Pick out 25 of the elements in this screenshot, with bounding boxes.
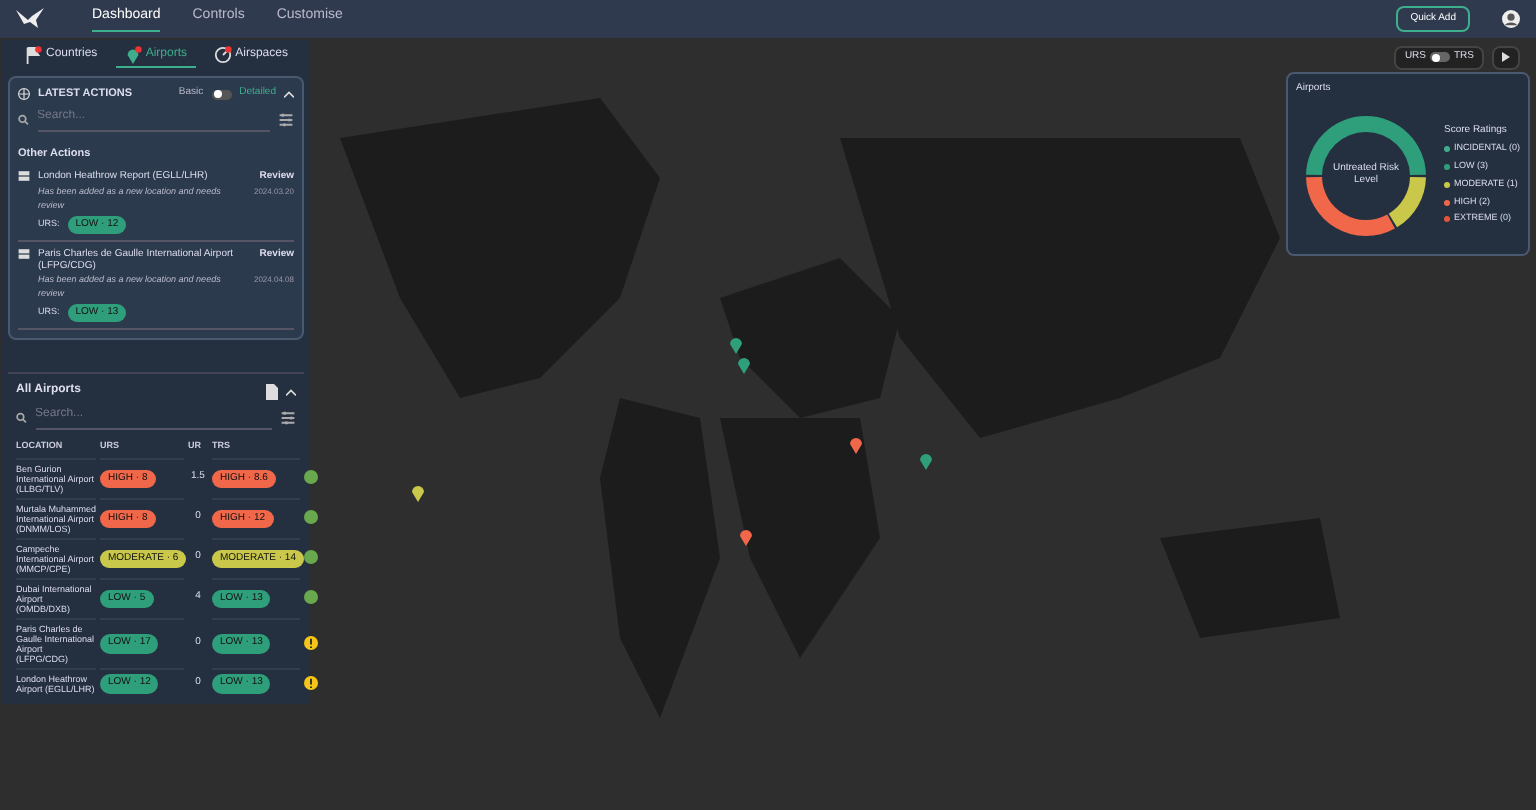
globe-icon xyxy=(18,88,30,101)
map-pin-icon[interactable] xyxy=(740,530,752,546)
view-switch[interactable] xyxy=(211,89,232,100)
map-pin-icon[interactable] xyxy=(920,454,932,470)
user-avatar-icon[interactable] xyxy=(1502,10,1520,28)
map-pin-icon[interactable] xyxy=(730,338,742,354)
server-icon xyxy=(18,169,30,181)
bird-logo-icon xyxy=(16,8,44,30)
collapse-caret-icon[interactable] xyxy=(284,90,294,99)
search-icon xyxy=(18,114,30,127)
expand-button[interactable] xyxy=(1492,46,1520,69)
caret-icon xyxy=(1502,52,1510,63)
flag-icon xyxy=(24,46,42,64)
map-pin-icon[interactable] xyxy=(850,438,862,454)
server-icon xyxy=(18,248,30,260)
collapse-caret-icon[interactable] xyxy=(286,387,296,395)
pin-icon xyxy=(123,46,142,64)
score-switch[interactable] xyxy=(1430,52,1450,63)
map-pin-icon[interactable] xyxy=(738,358,750,374)
document-icon[interactable] xyxy=(266,383,278,399)
map-pin-icon[interactable] xyxy=(412,486,424,502)
search-icon xyxy=(16,412,28,424)
radar-icon xyxy=(213,46,232,64)
filter-icon[interactable] xyxy=(280,410,296,426)
filter-icon[interactable] xyxy=(278,112,294,129)
